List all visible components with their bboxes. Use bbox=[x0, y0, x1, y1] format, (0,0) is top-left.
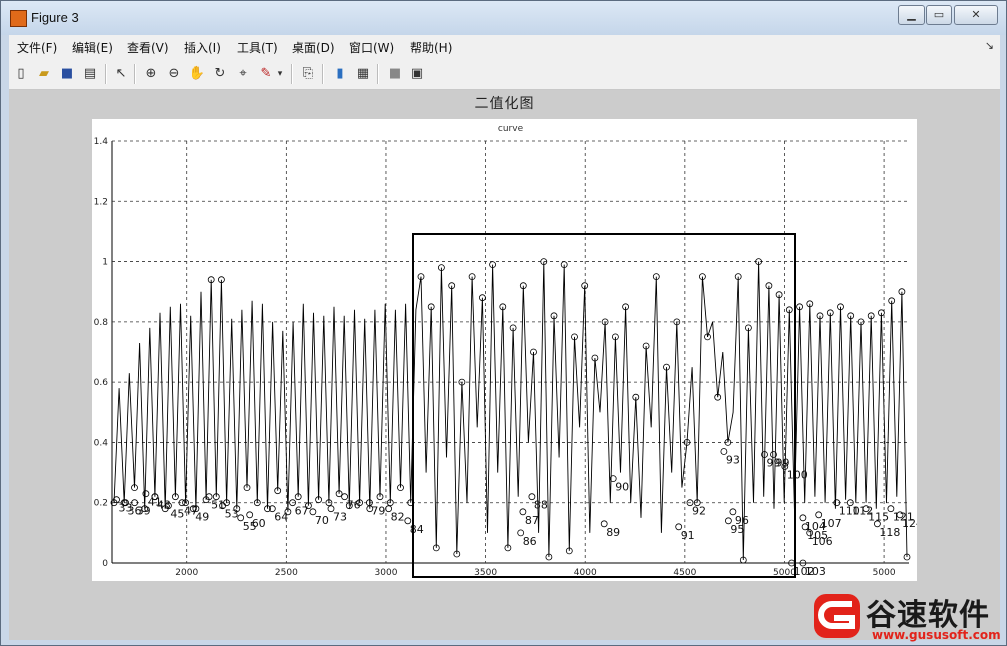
watermark-url: www.gususoft.com bbox=[872, 628, 1001, 642]
toolbar-separator bbox=[105, 64, 107, 84]
x-tick-label: 5000 bbox=[873, 568, 896, 578]
point-label: 89 bbox=[606, 526, 620, 539]
maximize-button[interactable]: ▭ bbox=[926, 5, 952, 25]
dock-arrow-icon[interactable]: ↘ bbox=[985, 39, 994, 52]
watermark: 谷速软件 www.gususoft.com bbox=[806, 586, 1007, 646]
new-figure-icon[interactable]: ▯ bbox=[12, 65, 30, 83]
point-label: 53 bbox=[225, 508, 239, 521]
toolbar-separator bbox=[134, 64, 136, 84]
point-label: 100 bbox=[787, 469, 808, 482]
matlab-icon bbox=[10, 10, 27, 27]
pan-icon[interactable]: ✋ bbox=[188, 65, 206, 83]
point-label: 70 bbox=[315, 514, 329, 527]
point-label: 90 bbox=[615, 481, 629, 494]
point-label: 103 bbox=[805, 565, 826, 578]
link-plot-icon[interactable]: ⎘ bbox=[299, 65, 317, 83]
menu-file[interactable]: 文件(F) bbox=[17, 39, 57, 56]
y-tick-label: 1 bbox=[102, 258, 108, 268]
y-tick-label: 1.4 bbox=[94, 137, 109, 147]
close-button[interactable]: ✕ bbox=[954, 5, 998, 25]
point-label: 64 bbox=[274, 511, 288, 524]
colorbar-icon[interactable]: ▮ bbox=[331, 65, 349, 83]
point-label: 87 bbox=[525, 514, 539, 527]
legend-icon[interactable]: ▦ bbox=[354, 65, 372, 83]
point-label: 76 bbox=[347, 499, 361, 512]
point-label: 107 bbox=[821, 517, 842, 530]
toolbar: ▯ ▰ ■ ▤ ↖ ⊕ ⊖ ✋ ↻ ⌖ ✎ ▾ ⎘ ▮ ▦ ■ ▣ bbox=[9, 59, 1000, 90]
toolbar-separator bbox=[322, 64, 324, 84]
figure-canvas: 二值化图 curve 0 0.2 0.4 0.6 0.8 1 1.2 1.4 2000 2500 30… bbox=[9, 90, 1000, 640]
y-tick-label: 0.2 bbox=[94, 499, 108, 509]
point-label: 60 bbox=[252, 517, 266, 530]
y-tick-label: 0.8 bbox=[94, 318, 109, 328]
menu-tools[interactable]: 工具(T) bbox=[237, 39, 278, 56]
menu-help[interactable]: 帮助(H) bbox=[410, 39, 452, 56]
zoom-in-icon[interactable]: ⊕ bbox=[142, 65, 160, 83]
print-icon[interactable]: ▤ bbox=[81, 65, 99, 83]
y-tick-label: 1.2 bbox=[94, 197, 108, 207]
point-label: 118 bbox=[879, 526, 900, 539]
chart-title: curve bbox=[498, 124, 524, 134]
zoom-out-icon[interactable]: ⊖ bbox=[165, 65, 183, 83]
point-label: 45 bbox=[170, 508, 184, 521]
menu-edit[interactable]: 编辑(E) bbox=[72, 39, 113, 56]
point-label: 51 bbox=[211, 499, 225, 512]
minimize-button[interactable]: ▁ bbox=[898, 5, 925, 25]
point-label: 49 bbox=[195, 511, 209, 524]
window-title: Figure 3 bbox=[31, 10, 79, 25]
toolbar-separator bbox=[377, 64, 379, 84]
x-tick-label: 2000 bbox=[175, 568, 198, 578]
hide-plot-tools-icon[interactable]: ■ bbox=[386, 65, 404, 83]
figure-window: Figure 3 ▁ ▭ ✕ 文件(F) 编辑(E) 查看(V) 插入(I) 工… bbox=[0, 0, 1007, 646]
point-label: 92 bbox=[692, 505, 706, 518]
point-label: 84 bbox=[410, 523, 424, 536]
edit-plot-icon[interactable]: ↖ bbox=[112, 65, 130, 83]
point-label: 106 bbox=[812, 535, 833, 548]
point-label: 82 bbox=[391, 511, 405, 524]
save-icon[interactable]: ■ bbox=[58, 65, 76, 83]
point-label: 115 bbox=[868, 511, 889, 524]
point-label: 96 bbox=[735, 514, 749, 527]
brush-icon[interactable]: ✎ bbox=[257, 65, 275, 83]
y-tick-label: 0.6 bbox=[94, 378, 109, 388]
point-label: 91 bbox=[681, 529, 695, 542]
point-label: 43 bbox=[157, 499, 171, 512]
gususoft-logo bbox=[814, 594, 860, 638]
menu-bar: 文件(F) 编辑(E) 查看(V) 插入(I) 工具(T) 桌面(D) 窗口(W… bbox=[9, 35, 1000, 60]
figure-title: 二值化图 bbox=[474, 96, 535, 112]
menu-insert[interactable]: 插入(I) bbox=[184, 39, 221, 56]
point-label: 88 bbox=[534, 499, 548, 512]
point-label: 79 bbox=[371, 505, 385, 518]
rotate-3d-icon[interactable]: ↻ bbox=[211, 65, 229, 83]
point-label: 67 bbox=[295, 505, 309, 518]
toolbar-separator bbox=[291, 64, 293, 84]
y-tick-label: 0.4 bbox=[94, 438, 109, 448]
chart-svg: curve00.20.40.60.811.21.42000 2500 3000 350… bbox=[94, 124, 923, 578]
point-label: 86 bbox=[523, 535, 537, 548]
data-cursor-icon[interactable]: ⌖ bbox=[234, 65, 252, 83]
x-tick-label: 3000 bbox=[375, 568, 398, 578]
show-plot-tools-icon[interactable]: ▣ bbox=[408, 65, 426, 83]
x-tick-label: 2500 bbox=[275, 568, 298, 578]
menu-window[interactable]: 窗口(W) bbox=[349, 39, 394, 56]
point-label: 124 bbox=[902, 517, 917, 530]
brush-dropdown-icon[interactable]: ▾ bbox=[275, 65, 285, 83]
title-bar[interactable]: Figure 3 ▁ ▭ ✕ bbox=[1, 1, 1006, 35]
point-label: 93 bbox=[726, 454, 740, 467]
axes-image: curve 0 0.2 0.4 0.6 0.8 1 1.2 1.4 2000 2500 3000 350… bbox=[92, 119, 923, 581]
y-tick-label: 0 bbox=[102, 559, 108, 569]
open-file-icon[interactable]: ▰ bbox=[35, 65, 53, 83]
menu-view[interactable]: 查看(V) bbox=[127, 39, 169, 56]
point-label: 73 bbox=[333, 511, 347, 524]
menu-desktop[interactable]: 桌面(D) bbox=[292, 39, 335, 56]
